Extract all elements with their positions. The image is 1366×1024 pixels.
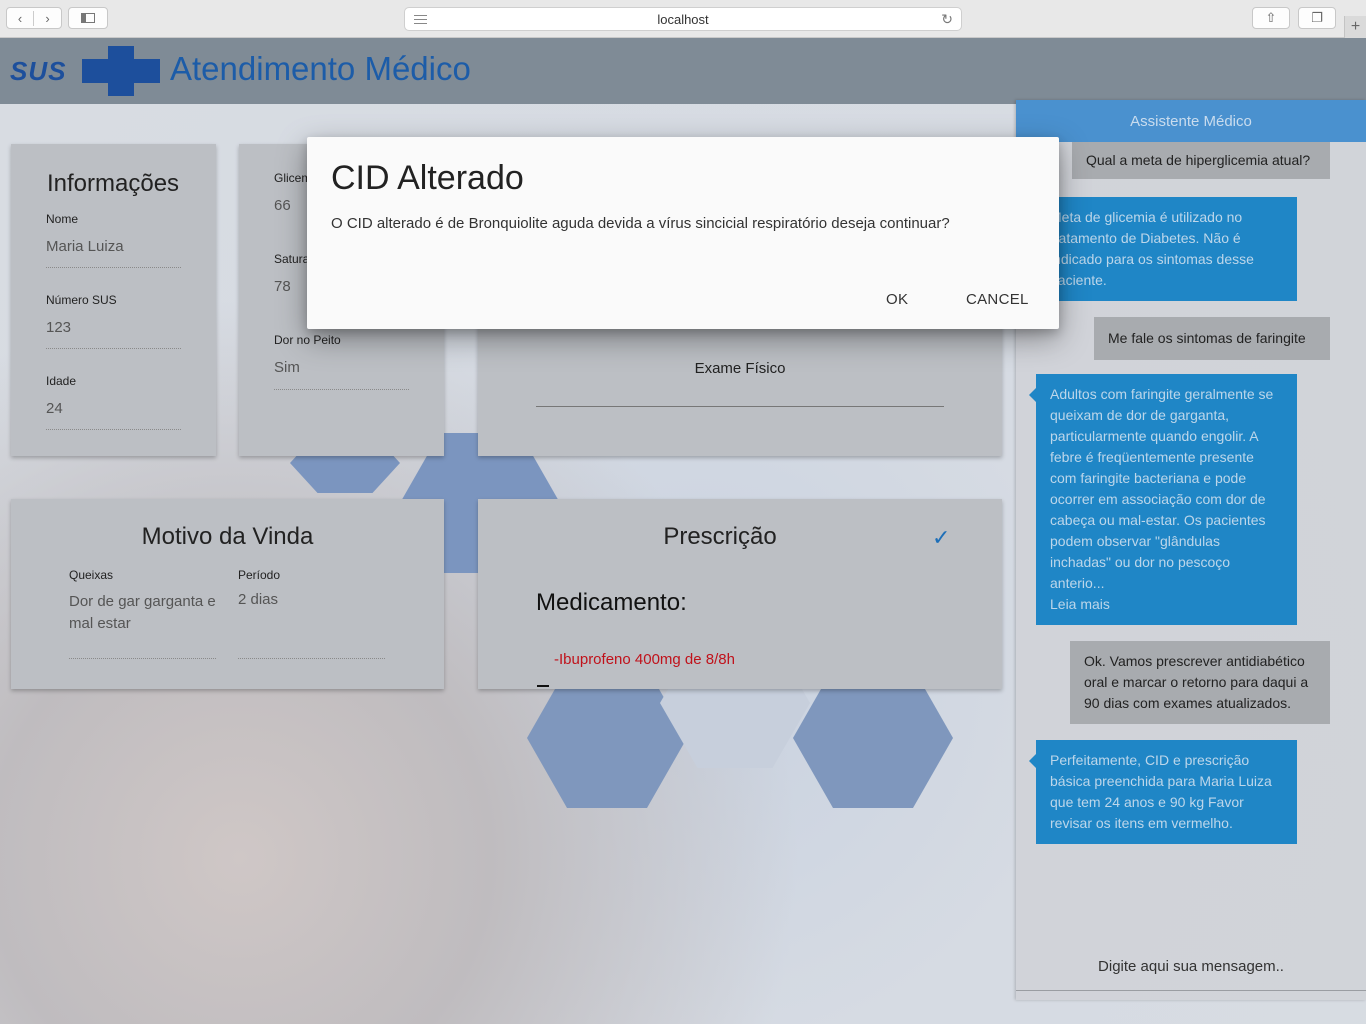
chat-message-user: Qual a meta de hiperglicemia atual? (1072, 142, 1330, 179)
sus-number-underline (46, 348, 181, 349)
saturacao-label: Satura (274, 252, 310, 266)
sus-number-field[interactable]: 123 (46, 319, 71, 336)
chat-message-text: Meta de glicemia é utilizado no tratamen… (1050, 209, 1254, 288)
chat-message-bot: Perfeitamente, CID e prescrição básica p… (1029, 740, 1297, 844)
complaints-underline (69, 658, 216, 659)
dialog-message: O CID alterado é de Bronquiolite aguda d… (331, 215, 950, 232)
text-cursor (537, 685, 549, 687)
info-card: Informações Nome Maria Luiza Número SUS … (11, 144, 216, 456)
glicemia-label: Glicem (274, 171, 312, 185)
chat-message-user: Ok. Vamos prescrever antidiabético oral … (1070, 641, 1330, 724)
visit-reason-card: Motivo da Vinda Queixas Dor de gar garga… (11, 499, 444, 689)
name-label: Nome (46, 212, 79, 226)
chat-header: Assistente Médico (1016, 100, 1366, 142)
age-field[interactable]: 24 (46, 400, 63, 417)
saturacao-field[interactable]: 78 (274, 278, 291, 295)
app-header: SUS Atendimento Médico (0, 38, 1366, 104)
address-bar[interactable]: localhost ↻ (404, 7, 962, 31)
reload-icon[interactable]: ↻ (941, 11, 953, 28)
chat-message-input[interactable]: Digite aqui sua mensagem.. (1016, 958, 1366, 975)
exam-input[interactable] (536, 406, 944, 407)
cross-logo-icon (82, 46, 160, 96)
chat-message-text: Perfeitamente, CID e prescrição básica p… (1050, 752, 1272, 831)
chest-pain-underline (274, 389, 409, 390)
cid-changed-dialog: CID Alterado O CID alterado é de Bronqui… (307, 137, 1059, 329)
cancel-button[interactable]: CANCEL (966, 291, 1029, 308)
prescription-card: Prescrição ✓ Medicamento: -Ibuprofeno 40… (478, 499, 1002, 689)
check-icon[interactable]: ✓ (932, 525, 950, 551)
period-label: Período (238, 568, 281, 582)
forward-icon[interactable]: › (34, 11, 61, 26)
ok-button[interactable]: OK (886, 291, 908, 308)
glicemia-field[interactable]: 66 (274, 197, 291, 214)
share-icon[interactable]: ⇧ (1252, 7, 1290, 29)
chest-pain-field[interactable]: Sim (274, 359, 300, 376)
period-field[interactable]: 2 dias (238, 591, 278, 608)
complaints-field[interactable]: Dor de gar garganta e mal estar (69, 591, 219, 635)
age-label: Idade (46, 374, 77, 388)
sidebar-toggle-icon[interactable] (68, 7, 108, 29)
name-field[interactable]: Maria Luiza (46, 238, 124, 255)
chat-message-bot: Adultos com faringite geralmente se quei… (1029, 374, 1297, 625)
sus-logo-text: SUS (10, 56, 67, 86)
page-title: Atendimento Médico (170, 50, 471, 87)
hexagon-decoration (793, 668, 953, 808)
period-underline (238, 658, 385, 659)
exam-label: Exame Físico (694, 360, 786, 377)
sus-number-label: Número SUS (46, 293, 117, 307)
browser-toolbar: ‹ › localhost ↻ ⇧ ❐ + (0, 0, 1366, 38)
age-underline (46, 429, 181, 430)
medication-item[interactable]: -Ibuprofeno 400mg de 8/8h (554, 651, 735, 668)
chat-message-user: Me fale os sintomas de faringite (1094, 317, 1330, 360)
prescription-title: Prescrição (663, 523, 777, 550)
read-more-link[interactable]: Leia mais (1050, 596, 1110, 612)
chat-input-underline (1016, 990, 1366, 991)
chat-message-bot: Meta de glicemia é utilizado no tratamen… (1029, 197, 1297, 301)
name-underline (46, 267, 181, 268)
chest-pain-label: Dor no Peito (274, 333, 341, 347)
chat-message-text: Adultos com faringite geralmente se quei… (1050, 386, 1274, 591)
hexagon-decoration (527, 668, 687, 808)
chat-panel: Assistente Médico Qual a meta de hipergl… (1016, 100, 1366, 1000)
address-text: localhost (657, 11, 709, 27)
medication-heading: Medicamento: (536, 589, 687, 616)
info-card-title: Informações (47, 170, 180, 197)
new-tab-icon[interactable]: + (1344, 16, 1366, 38)
complaints-label: Queixas (69, 568, 114, 582)
visit-reason-title: Motivo da Vinda (141, 523, 314, 550)
tabs-icon[interactable]: ❐ (1298, 7, 1336, 29)
history-nav: ‹ › (6, 7, 62, 29)
reader-icon[interactable] (414, 15, 427, 24)
dialog-title: CID Alterado (331, 159, 524, 197)
back-icon[interactable]: ‹ (7, 10, 35, 26)
